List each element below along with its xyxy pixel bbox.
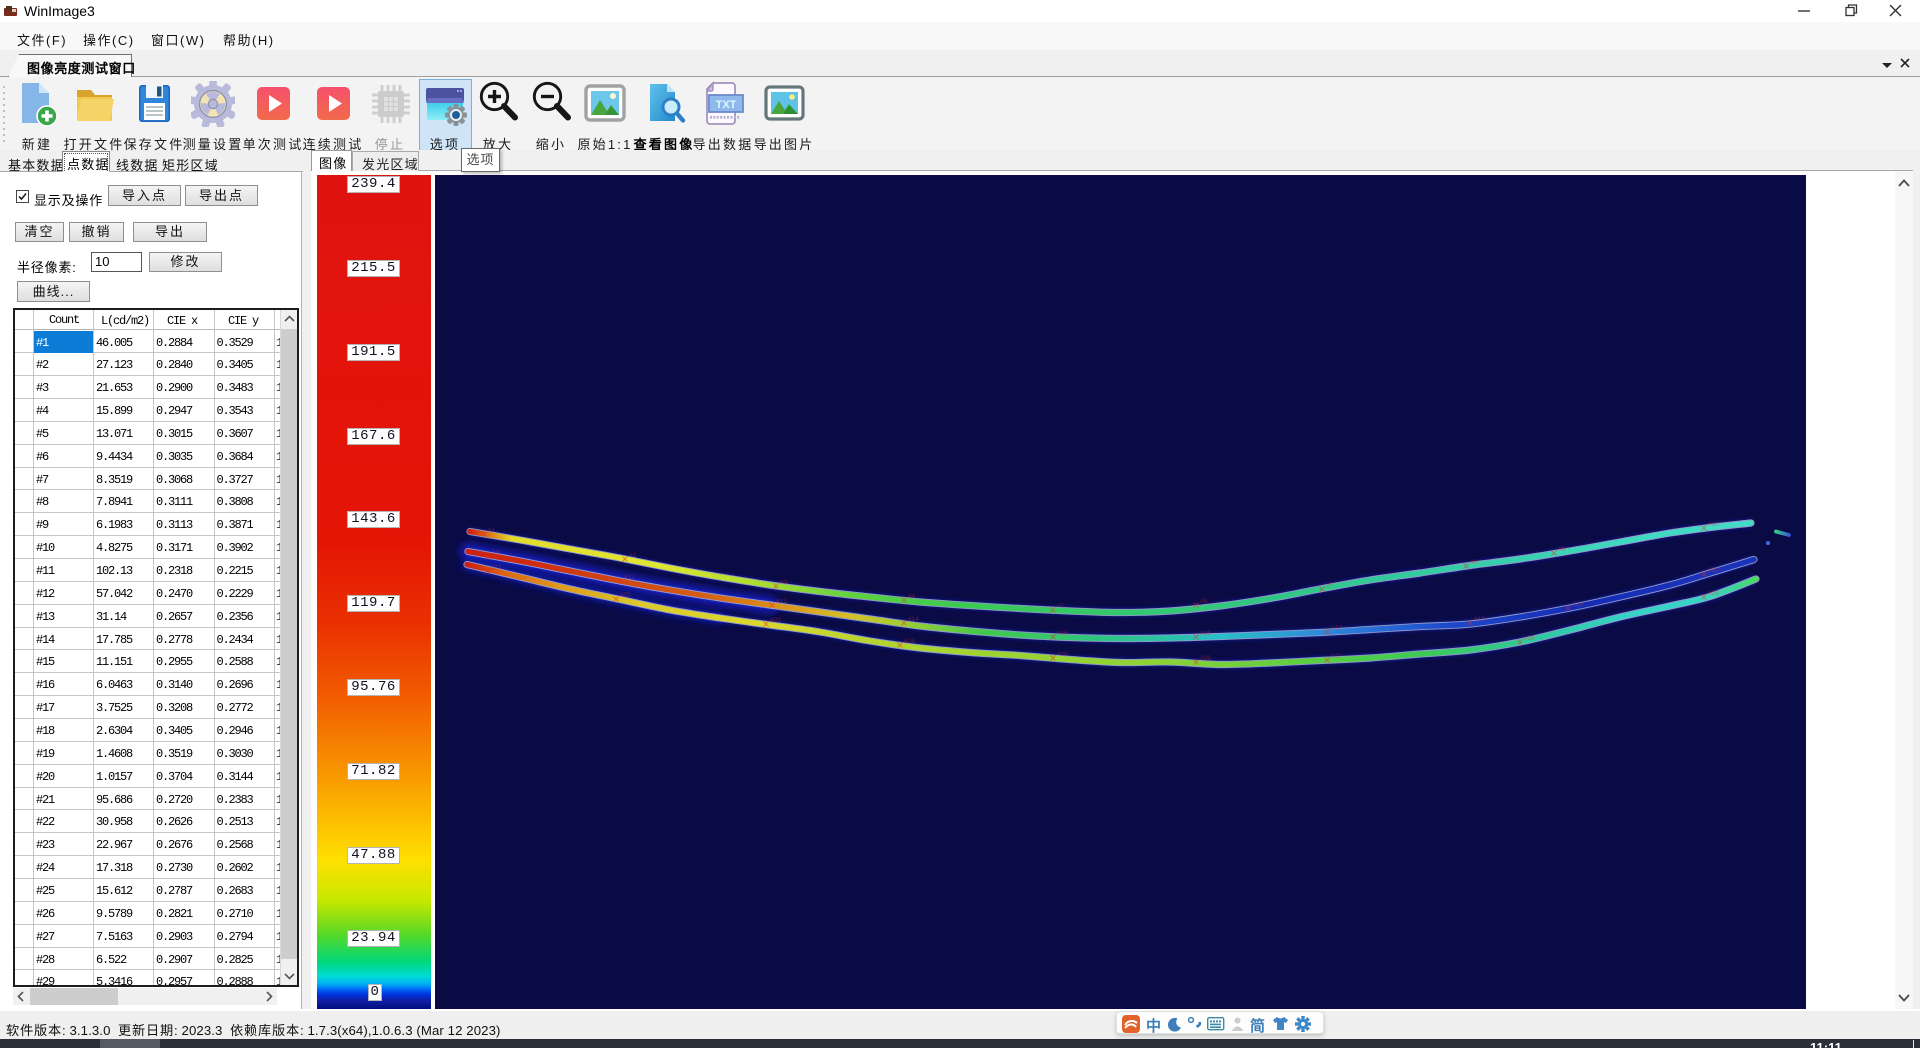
svg-text:#14: #14 (908, 616, 919, 623)
svg-text:#17: #17 (1331, 625, 1342, 632)
svg-text:#28: #28 (1524, 635, 1535, 642)
svg-text:#16: #16 (1200, 630, 1211, 637)
svg-text:#15: #15 (1057, 630, 1068, 637)
svg-text:TXT: TXT (716, 99, 737, 111)
svg-text:#19: #19 (1572, 601, 1583, 608)
svg-text:#1: #1 (488, 527, 496, 534)
svg-text:#18: #18 (1474, 616, 1485, 623)
svg-text:#27: #27 (1331, 653, 1342, 660)
svg-text:#12: #12 (624, 574, 635, 581)
svg-text:#7: #7 (1326, 582, 1334, 589)
svg-text:#23: #23 (770, 617, 781, 624)
svg-text:#10: #10 (1708, 521, 1719, 528)
svg-text:#26: #26 (1200, 655, 1211, 662)
svg-text:#13: #13 (776, 598, 787, 605)
svg-text:#6: #6 (1200, 598, 1208, 605)
svg-text:#29: #29 (1708, 590, 1719, 597)
svg-text:#3: #3 (780, 579, 788, 586)
svg-text:#11: #11 (491, 550, 502, 557)
svg-text:#21: #21 (491, 564, 502, 571)
svg-text:#2: #2 (629, 552, 637, 559)
svg-text:#20: #20 (1708, 567, 1719, 574)
svg-text:#5: #5 (1057, 603, 1065, 610)
svg-text:#24: #24 (904, 638, 915, 645)
svg-text:#8: #8 (1470, 559, 1478, 566)
svg-text:#9: #9 (1558, 546, 1566, 553)
svg-text:#4: #4 (908, 593, 916, 600)
svg-text:#25: #25 (1057, 651, 1068, 658)
svg-text:#22: #22 (620, 592, 631, 599)
